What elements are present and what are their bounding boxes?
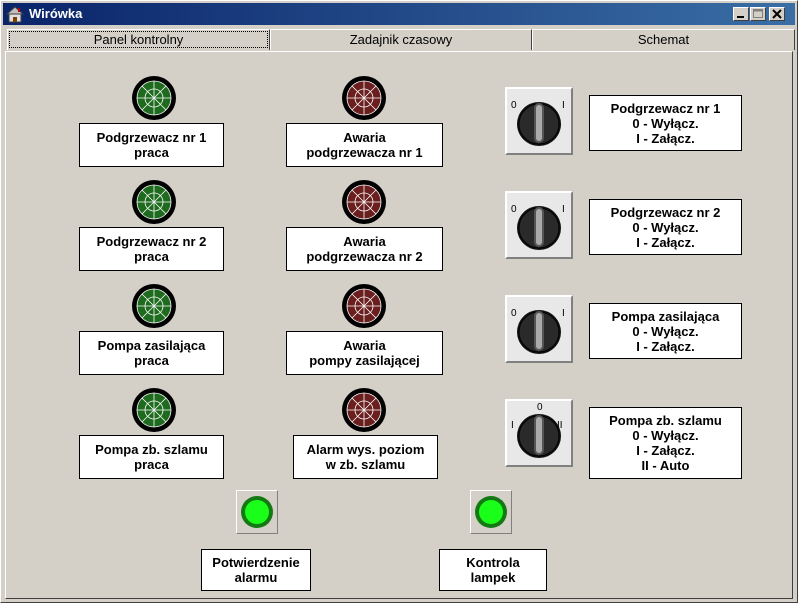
alarm-label-text: Alarm wys. poziom w zb. szlamu — [306, 442, 425, 472]
tab-bar: Panel kontrolny Zadajnik czasowy Schemat — [5, 29, 795, 51]
rotary-switch[interactable]: 0I — [505, 191, 573, 259]
knob-icon — [517, 206, 561, 250]
alarm-label: Awaria podgrzewacza nr 2 — [286, 227, 443, 271]
status-label: Podgrzewacz nr 2 praca — [79, 227, 224, 271]
switch-description: Pompa zb. szlamu 0 - Wyłącz. I - Załącz.… — [589, 407, 742, 479]
switch-position-mark: 0 — [511, 308, 517, 319]
alarm-lamp-red — [341, 75, 387, 121]
green-light-icon — [241, 496, 273, 528]
alarm-acknowledge-button[interactable] — [236, 490, 278, 534]
alarm-label-text: Awaria podgrzewacza nr 2 — [306, 234, 423, 264]
title-bar[interactable]: Wirówka — [3, 3, 795, 25]
switch-description: Podgrzewacz nr 1 0 - Wyłącz. I - Załącz. — [589, 95, 742, 151]
status-label-text: Pompa zasilająca praca — [97, 338, 206, 368]
button-label: Kontrola lampek — [439, 549, 547, 591]
knob-icon — [517, 102, 561, 146]
alarm-label: Awaria pompy zasilającej — [286, 331, 443, 375]
switch-position-mark: I — [562, 204, 565, 215]
status-label-text: Podgrzewacz nr 2 praca — [96, 234, 207, 264]
alarm-lamp-red — [341, 179, 387, 225]
alarm-label: Awaria podgrzewacza nr 1 — [286, 123, 443, 167]
status-lamp-green — [131, 179, 177, 225]
status-label: Pompa zb. szlamu praca — [79, 435, 224, 479]
switch-description: Pompa zasilająca 0 - Wyłącz. I - Załącz. — [589, 303, 742, 359]
rotary-switch[interactable]: I 0 II — [505, 399, 573, 467]
switch-position-mark: 0 — [511, 100, 517, 111]
tab-panel-kontrolny[interactable]: Panel kontrolny — [7, 29, 270, 50]
alarm-label: Alarm wys. poziom w zb. szlamu — [293, 435, 438, 479]
close-button[interactable] — [769, 7, 785, 21]
window-title: Wirówka — [29, 6, 83, 21]
alarm-lamp-red — [341, 283, 387, 329]
house-icon — [6, 6, 24, 23]
rotary-switch[interactable]: 0I — [505, 87, 573, 155]
switch-description-text: Podgrzewacz nr 1 0 - Wyłącz. I - Załącz. — [610, 100, 721, 146]
lamp-test-button[interactable] — [470, 490, 512, 534]
tab-schemat[interactable]: Schemat — [532, 29, 795, 50]
status-label: Pompa zasilająca praca — [79, 331, 224, 375]
minimize-icon — [737, 16, 744, 18]
app-window: Wirówka Panel kontrolny Zadajnik czasowy… — [0, 0, 798, 603]
switch-position-mark: II — [557, 420, 563, 431]
switch-description-text: Podgrzewacz nr 2 0 - Wyłącz. I - Załącz. — [610, 204, 721, 250]
status-lamp-green — [131, 283, 177, 329]
rotary-switch[interactable]: 0I — [505, 295, 573, 363]
status-label-text: Pompa zb. szlamu praca — [95, 442, 208, 472]
switch-description: Podgrzewacz nr 2 0 - Wyłącz. I - Załącz. — [589, 199, 742, 255]
switch-position-mark: I — [562, 100, 565, 111]
alarm-label-text: Awaria podgrzewacza nr 1 — [306, 130, 423, 160]
switch-position-mark: I — [562, 308, 565, 319]
switch-position-mark: 0 — [511, 204, 517, 215]
status-lamp-green — [131, 75, 177, 121]
alarm-lamp-red — [341, 387, 387, 433]
button-label-text: Kontrola lampek — [466, 555, 520, 585]
status-lamp-green — [131, 387, 177, 433]
switch-description-text: Pompa zasilająca 0 - Wyłącz. I - Załącz. — [611, 308, 720, 354]
switch-description-text: Pompa zb. szlamu 0 - Wyłącz. I - Załącz.… — [609, 413, 722, 473]
close-icon — [772, 9, 782, 19]
switch-position-mark: 0 — [537, 402, 543, 413]
alarm-label-text: Awaria pompy zasilającej — [309, 338, 420, 368]
knob-icon — [517, 310, 561, 354]
tab-zadajnik-czasowy[interactable]: Zadajnik czasowy — [270, 29, 532, 50]
maximize-button[interactable] — [750, 7, 766, 21]
switch-position-mark: I — [511, 420, 514, 431]
minimize-button[interactable] — [733, 7, 749, 21]
maximize-icon — [753, 9, 763, 18]
status-label: Podgrzewacz nr 1 praca — [79, 123, 224, 167]
green-light-icon — [475, 496, 507, 528]
status-label-text: Podgrzewacz nr 1 praca — [96, 130, 207, 160]
button-label-text: Potwierdzenie alarmu — [212, 555, 300, 585]
button-label: Potwierdzenie alarmu — [201, 549, 311, 591]
